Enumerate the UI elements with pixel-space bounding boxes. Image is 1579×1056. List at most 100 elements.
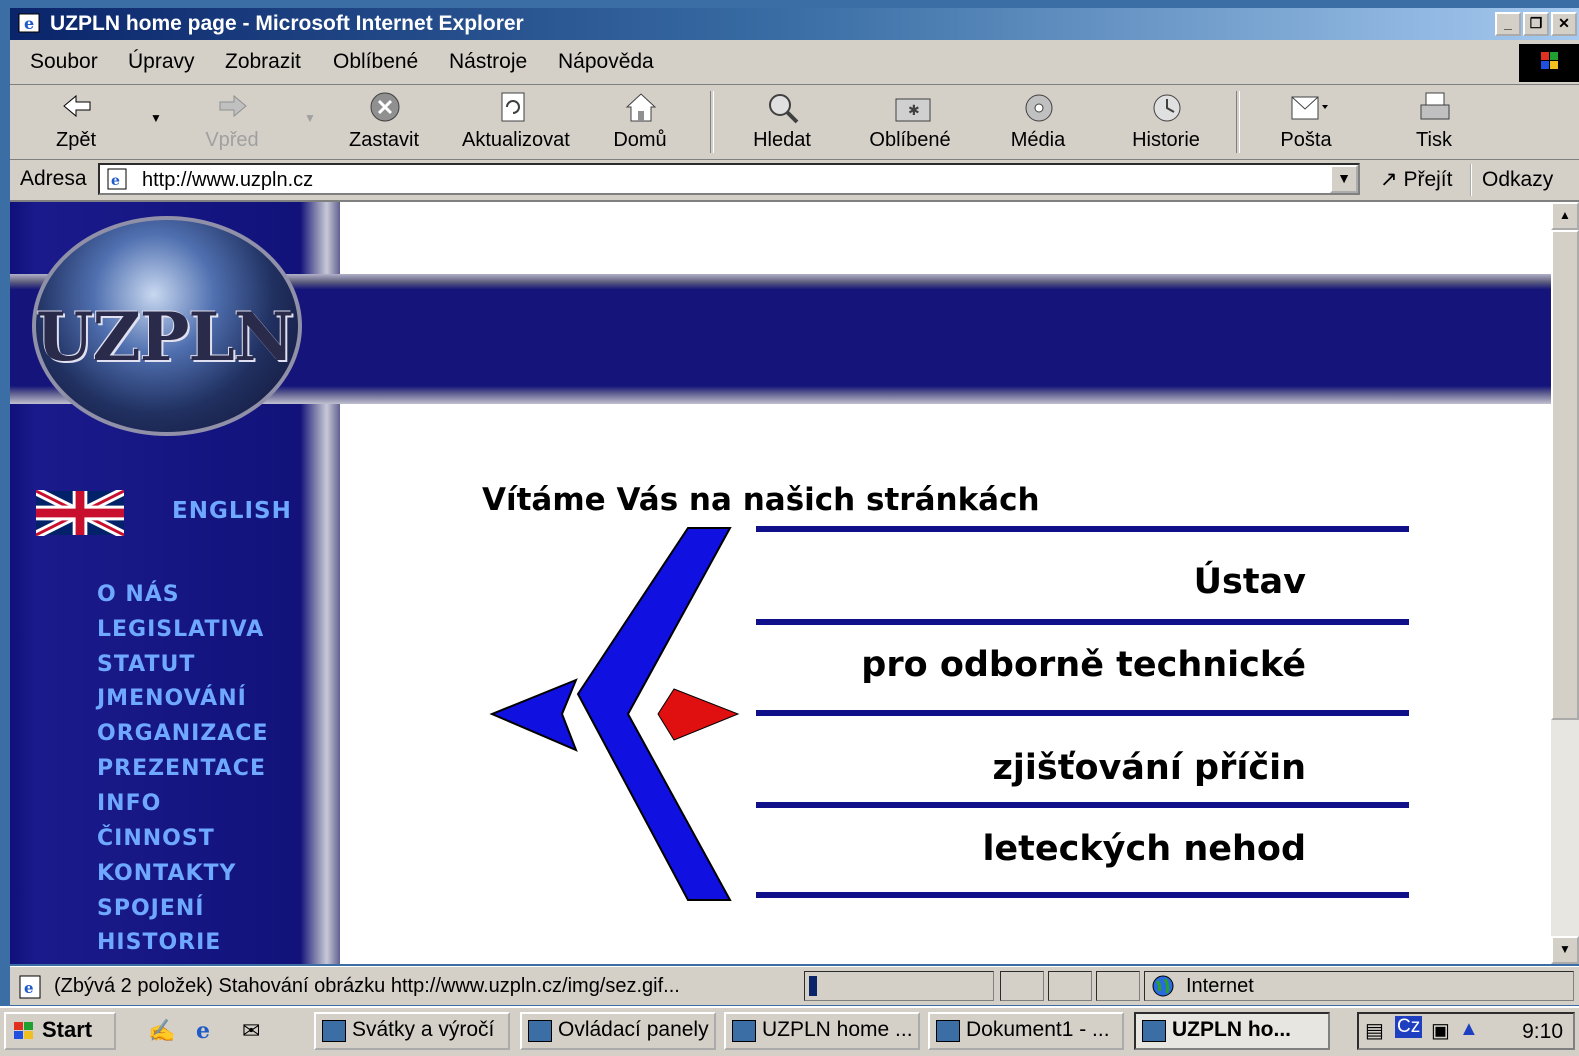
stop-icon bbox=[370, 92, 400, 122]
window-icon bbox=[322, 1020, 346, 1042]
control-panel-icon bbox=[528, 1020, 552, 1042]
language-indicator[interactable]: Cz bbox=[1395, 1016, 1423, 1038]
links-button[interactable]: Odkazy bbox=[1470, 164, 1553, 196]
nav-historie[interactable]: HISTORIE bbox=[97, 930, 221, 955]
search-button[interactable]: Hledat bbox=[732, 89, 832, 155]
english-link[interactable]: ENGLISH bbox=[172, 498, 292, 524]
quicklaunch-outlook-icon[interactable]: ✉ bbox=[242, 1018, 260, 1044]
progress-bar bbox=[804, 971, 994, 1001]
address-input[interactable]: e http://www.uzpln.cz ▼ bbox=[98, 163, 1360, 195]
title-line-1: Ústav bbox=[1193, 562, 1306, 602]
menu-tools[interactable]: Nástroje bbox=[449, 50, 527, 74]
forward-dropdown-icon[interactable]: ▼ bbox=[304, 111, 316, 125]
back-button[interactable]: Zpět bbox=[26, 89, 126, 155]
nav-cinnost[interactable]: ČINNOST bbox=[97, 826, 215, 851]
favorites-button[interactable]: ✱ Oblíbené bbox=[860, 89, 960, 155]
site-logo[interactable]: UZPLN bbox=[36, 298, 294, 376]
status-cell bbox=[1000, 971, 1044, 1001]
title-line-2: pro odborně technické bbox=[861, 645, 1306, 685]
media-button[interactable]: Média bbox=[988, 89, 1088, 155]
menu-file[interactable]: Soubor bbox=[30, 50, 98, 74]
favorites-folder-icon: ✱ bbox=[895, 98, 931, 122]
address-bar: Adresa e http://www.uzpln.cz ▼ ↗ Přejít … bbox=[10, 160, 1579, 202]
minimize-button[interactable]: _ bbox=[1495, 12, 1521, 36]
title-line-4: leteckých nehod bbox=[982, 829, 1306, 869]
status-cell bbox=[1048, 971, 1092, 1001]
nav-legislativa[interactable]: LEGISLATIVA bbox=[97, 617, 264, 642]
nav-organizace[interactable]: ORGANIZACE bbox=[97, 721, 268, 746]
home-button[interactable]: Domů bbox=[590, 89, 690, 155]
history-icon bbox=[1153, 94, 1181, 122]
taskbar-button-dokument1[interactable]: Dokument1 - ... bbox=[928, 1012, 1124, 1050]
ie-icon bbox=[1142, 1020, 1166, 1042]
divider-line bbox=[756, 710, 1409, 716]
mail-icon bbox=[1291, 96, 1328, 120]
taskbar: Start ✍ e ✉ Svátky a výročí Ovládací pan… bbox=[0, 1006, 1579, 1056]
page-loading-icon: e bbox=[19, 975, 41, 999]
ie-icon bbox=[732, 1020, 756, 1042]
windows-flag-icon bbox=[14, 1022, 33, 1039]
nav-spojeni[interactable]: SPOJENÍ bbox=[97, 896, 204, 921]
print-button[interactable]: Tisk bbox=[1384, 89, 1484, 155]
forward-arrow-icon bbox=[219, 94, 247, 118]
scroll-thumb[interactable] bbox=[1551, 230, 1579, 720]
status-bar: e (Zbývá 2 položek) Stahování obrázku ht… bbox=[10, 966, 1579, 1005]
system-tray: ▤ Cz ▣ ▲ 9:10 bbox=[1357, 1012, 1575, 1050]
home-icon bbox=[625, 93, 657, 122]
history-button[interactable]: Historie bbox=[1116, 89, 1216, 155]
scroll-down-icon[interactable]: ▼ bbox=[1551, 936, 1579, 964]
menu-view[interactable]: Zobrazit bbox=[225, 50, 301, 74]
svg-text:e: e bbox=[24, 979, 34, 997]
taskbar-button-ovladaci-panely[interactable]: Ovládací panely bbox=[520, 1012, 716, 1050]
stop-button[interactable]: Zastavit bbox=[334, 89, 434, 155]
word-icon bbox=[936, 1020, 960, 1042]
forward-button[interactable]: Vpřed bbox=[182, 89, 282, 155]
address-url: http://www.uzpln.cz bbox=[142, 169, 314, 191]
toolbar: Zpět ▼ Vpřed ▼ Zastavit Aktualizovat Dom… bbox=[10, 85, 1579, 160]
taskbar-button-svatky[interactable]: Svátky a výročí bbox=[314, 1012, 510, 1050]
tray-alert-icon[interactable]: ▲ bbox=[1459, 1018, 1479, 1041]
title-bar: e UZPLN home page - Microsoft Internet E… bbox=[10, 8, 1579, 40]
toolbar-separator bbox=[710, 91, 714, 153]
close-button[interactable]: ✕ bbox=[1551, 12, 1577, 36]
back-dropdown-icon[interactable]: ▼ bbox=[150, 111, 162, 125]
go-button[interactable]: ↗ Přejít bbox=[1380, 167, 1452, 192]
quicklaunch-ie-icon[interactable]: e bbox=[196, 1018, 210, 1044]
ie-icon: e bbox=[18, 13, 40, 33]
divider-line bbox=[756, 802, 1409, 808]
taskbar-button-uzpln-active[interactable]: UZPLN ho... bbox=[1134, 1012, 1330, 1050]
menu-edit[interactable]: Úpravy bbox=[128, 50, 195, 74]
nav-jmenovani[interactable]: JMENOVÁNÍ bbox=[97, 686, 247, 711]
nav-info[interactable]: INFO bbox=[97, 791, 161, 816]
restore-button[interactable]: ❐ bbox=[1523, 12, 1549, 36]
nav-o-nas[interactable]: O NÁS bbox=[97, 582, 180, 607]
menu-favorites[interactable]: Oblíbené bbox=[333, 50, 418, 74]
window-title: UZPLN home page - Microsoft Internet Exp… bbox=[50, 12, 524, 35]
windows-logo-icon bbox=[1519, 44, 1579, 82]
page-content: UZPLN ENGLISH O NÁS LEGISLATIVA STATUT J… bbox=[10, 202, 1551, 964]
refresh-button[interactable]: Aktualizovat bbox=[462, 89, 570, 155]
menu-bar: Soubor Úpravy Zobrazit Oblíbené Nástroje… bbox=[10, 40, 1579, 85]
tray-schedule-icon[interactable]: ▤ bbox=[1365, 1018, 1384, 1043]
start-button[interactable]: Start bbox=[4, 1012, 116, 1050]
uk-flag-icon[interactable] bbox=[36, 490, 124, 536]
address-dropdown-icon[interactable]: ▼ bbox=[1330, 165, 1358, 193]
media-icon bbox=[1025, 94, 1053, 122]
menu-help[interactable]: Nápověda bbox=[558, 50, 654, 74]
status-text: (Zbývá 2 položek) Stahování obrázku http… bbox=[54, 975, 680, 997]
svg-text:e: e bbox=[111, 173, 120, 189]
quicklaunch-edit-icon[interactable]: ✍ bbox=[148, 1018, 175, 1044]
tray-network-icon[interactable]: ▣ bbox=[1431, 1018, 1450, 1043]
nav-kontakty[interactable]: KONTAKTY bbox=[97, 861, 236, 886]
mail-button[interactable]: Pošta bbox=[1256, 89, 1356, 155]
status-cell bbox=[1096, 971, 1140, 1001]
nav-statut[interactable]: STATUT bbox=[97, 652, 195, 677]
nav-prezentace[interactable]: PREZENTACE bbox=[97, 756, 266, 781]
toolbar-separator bbox=[1236, 91, 1240, 153]
scroll-up-icon[interactable]: ▲ bbox=[1551, 202, 1579, 230]
address-label: Adresa bbox=[20, 167, 87, 190]
refresh-icon bbox=[501, 92, 525, 122]
vertical-scrollbar[interactable]: ▲ ▼ bbox=[1551, 202, 1579, 964]
taskbar-button-uzpln-1[interactable]: UZPLN home ... bbox=[724, 1012, 920, 1050]
zone-label: Internet bbox=[1186, 975, 1254, 997]
